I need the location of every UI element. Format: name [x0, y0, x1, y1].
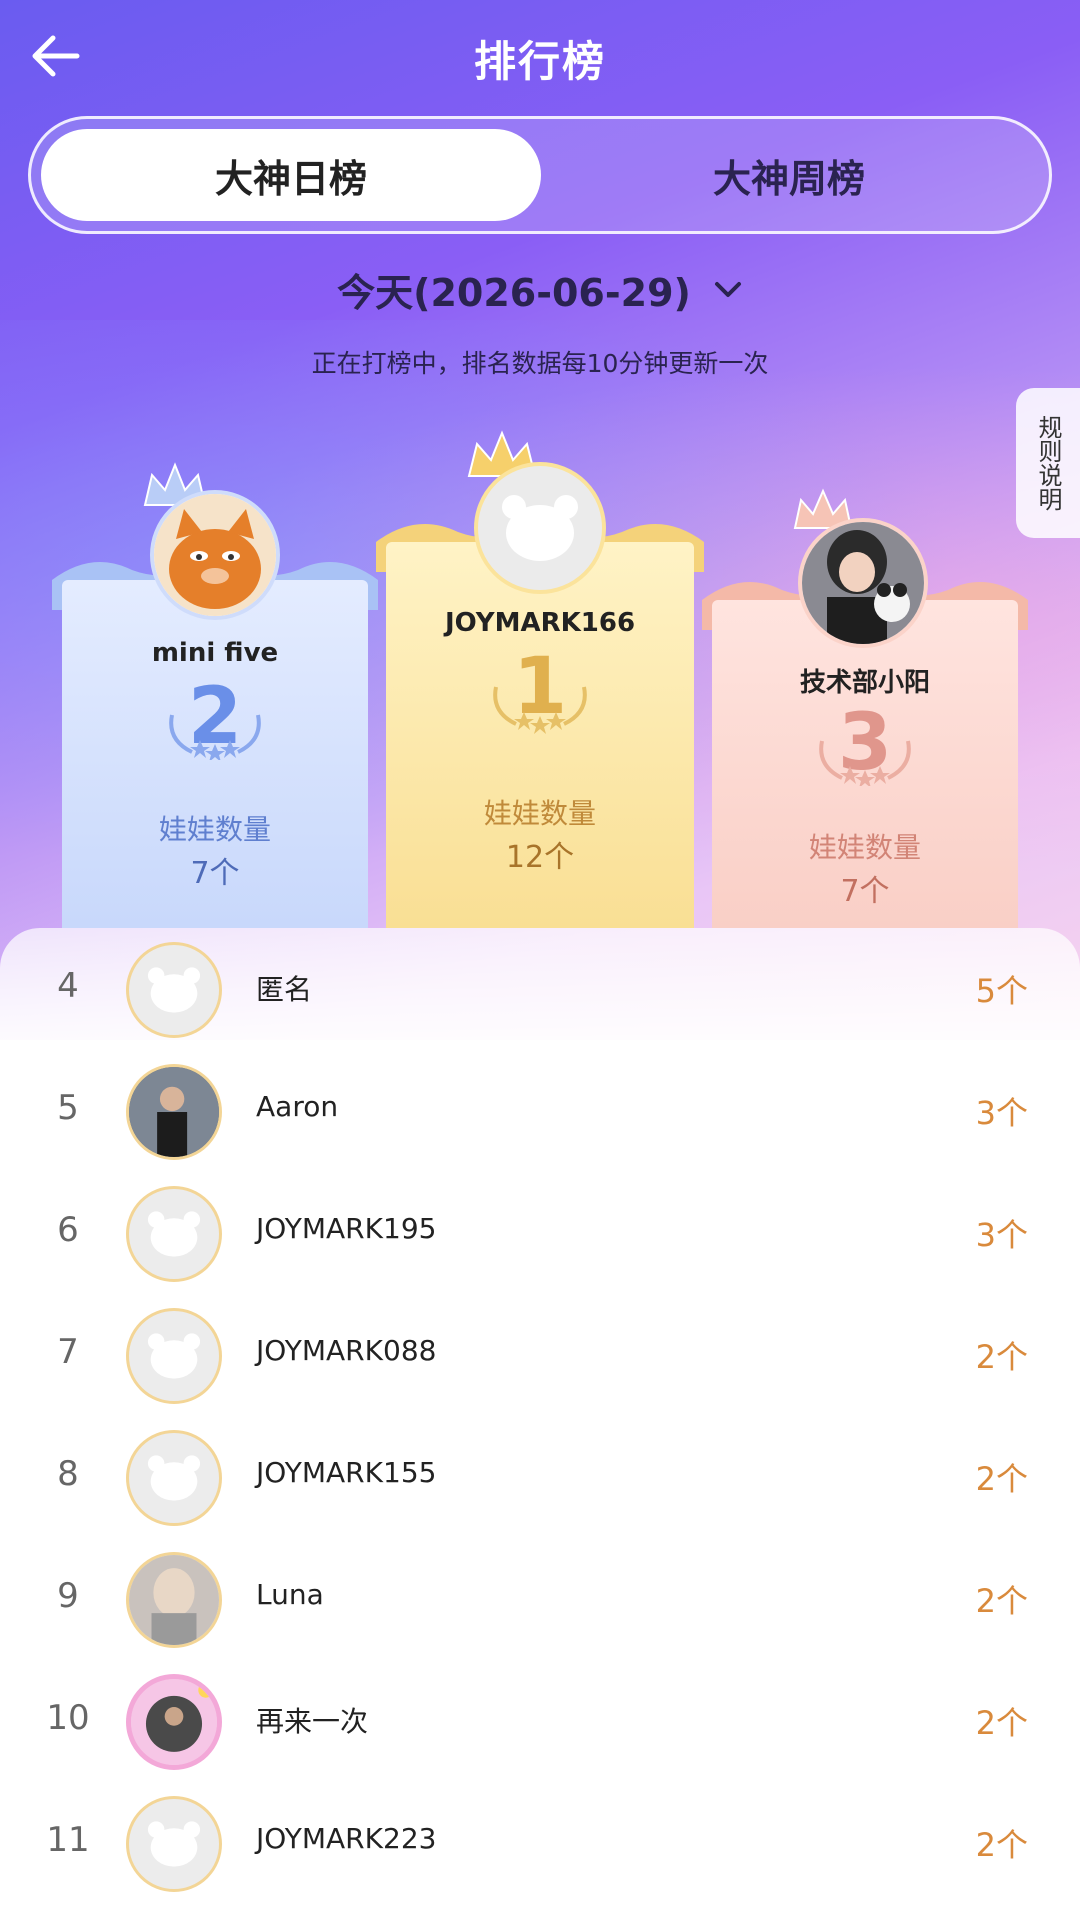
list-count: 5个: [975, 972, 1028, 1010]
podium-second-avatar: [150, 490, 280, 620]
podium-third-name: 技术部小阳: [799, 668, 930, 698]
rules-label: 规则说明: [1034, 415, 1062, 511]
laurel-icon: [169, 714, 261, 760]
bear-placeholder-icon: [147, 1211, 201, 1257]
avatar: [126, 1796, 222, 1892]
date-text: 今天(2026-06-29): [337, 271, 691, 315]
podium-first-avatar: [474, 462, 606, 594]
avatar: [126, 1186, 222, 1282]
avatar: [126, 942, 222, 1038]
podium-first-name: JOYMARK166: [444, 608, 636, 638]
top-bar: 排行榜: [0, 0, 1080, 112]
page-title: 排行榜: [473, 37, 606, 86]
list-item[interactable]: 11 JOYMARK223 2个: [0, 1782, 1080, 1904]
list-count: 3个: [975, 1094, 1028, 1132]
list-item[interactable]: 8 JOYMARK155 2个: [0, 1416, 1080, 1538]
list-count: 2个: [975, 1338, 1028, 1376]
avatar: [126, 1430, 222, 1526]
bear-placeholder-icon: [147, 1333, 201, 1379]
list-item[interactable]: 7 JOYMARK088 2个: [0, 1294, 1080, 1416]
list-name: Luna: [256, 1578, 324, 1611]
podium-second-dolls-label: 娃娃数量: [158, 813, 271, 846]
ranking-tabs: 大神日榜 大神周榜: [28, 116, 1052, 234]
ranking-list: 4 匿名 5个 5 Aaron 3个 6 JOYMARK195 3个 7 JOY…: [0, 928, 1080, 1920]
list-count: 2个: [975, 1460, 1028, 1498]
list-rank: 11: [46, 1820, 90, 1860]
list-name: JOYMARK088: [256, 1334, 437, 1367]
list-item[interactable]: 6 JOYMARK195 3个: [0, 1172, 1080, 1294]
list-item[interactable]: 4 匿名 5个: [0, 928, 1080, 1050]
update-notice: 正在打榜中，排名数据每10分钟更新一次: [311, 349, 769, 378]
list-name: JOYMARK195: [256, 1212, 437, 1245]
list-name: JOYMARK223: [256, 1822, 437, 1855]
list-name: Aaron: [256, 1090, 339, 1123]
framed-photo-avatar: [131, 1679, 217, 1765]
list-item[interactable]: 5 Aaron 3个: [0, 1050, 1080, 1172]
podium-third[interactable]: 技术部小阳 3 娃娃数量 7个: [702, 486, 1028, 928]
person-photo-avatar: [129, 1067, 219, 1157]
list-rank: 8: [57, 1454, 79, 1494]
person-photo-avatar: [129, 1555, 219, 1645]
date-selector[interactable]: 今天(2026-06-29): [0, 262, 1080, 317]
list-name: 匿名: [256, 973, 313, 1006]
avatar: [126, 1064, 222, 1160]
tab-daily[interactable]: 大神日榜: [41, 129, 541, 221]
avatar: [126, 1308, 222, 1404]
list-item[interactable]: 9 Luna 2个: [0, 1538, 1080, 1660]
list-rank: 4: [57, 966, 79, 1006]
podium-second[interactable]: mini five 2 娃娃数量 7个: [52, 460, 378, 928]
cat-avatar-icon: [154, 494, 276, 616]
list-item[interactable]: 10 再来一次 2个: [0, 1660, 1080, 1782]
list-rank: 10: [46, 1698, 90, 1738]
list-count: 3个: [975, 1216, 1028, 1254]
girl-photo-avatar: [802, 522, 924, 644]
list-name: 再来一次: [256, 1705, 369, 1738]
chevron-down-icon: [714, 281, 741, 297]
list-rank: 6: [57, 1210, 79, 1250]
podium-third-dolls-label: 娃娃数量: [808, 831, 921, 864]
bear-placeholder-icon: [502, 495, 578, 561]
bear-placeholder-icon: [147, 1455, 201, 1501]
podium-first-dolls: 12个: [505, 840, 575, 875]
list-count: 2个: [975, 1826, 1028, 1864]
tab-weekly[interactable]: 大神周榜: [539, 129, 1039, 221]
podium-first-dolls-label: 娃娃数量: [483, 797, 596, 830]
podium-second-name: mini five: [151, 638, 279, 668]
laurel-icon: [819, 740, 911, 786]
podium-third-dolls: 7个: [840, 874, 890, 909]
list-rank: 9: [57, 1576, 79, 1616]
laurel-icon: [493, 686, 587, 734]
podium-first[interactable]: JOYMARK166 1 娃娃数量 12个: [376, 428, 704, 928]
list-rank: 7: [57, 1332, 79, 1372]
list-name: JOYMARK155: [256, 1456, 437, 1489]
podium-third-avatar: [798, 518, 928, 648]
list-rank: 5: [57, 1088, 79, 1128]
list-count: 2个: [975, 1704, 1028, 1742]
bear-placeholder-icon: [147, 967, 201, 1013]
list-count: 2个: [975, 1582, 1028, 1620]
avatar: [126, 1674, 222, 1770]
podium-second-dolls: 7个: [190, 856, 240, 891]
bear-placeholder-icon: [147, 1821, 201, 1867]
avatar: [126, 1552, 222, 1648]
